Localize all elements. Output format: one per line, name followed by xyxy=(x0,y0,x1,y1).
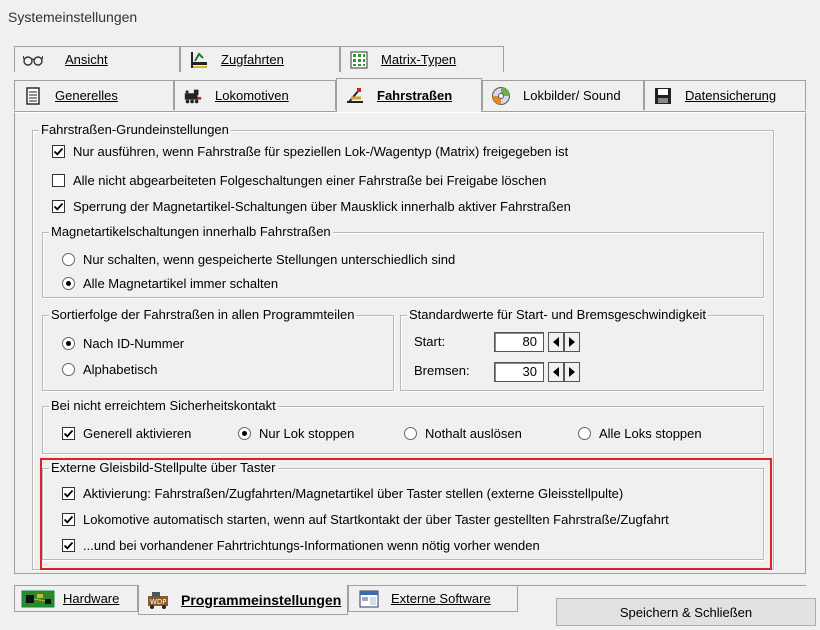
bremsen-speed-input[interactable]: 30 xyxy=(494,362,544,382)
group-title: Sortierfolge der Fahrstraßen in allen Pr… xyxy=(49,307,357,322)
start-speed-spinner[interactable] xyxy=(548,332,580,352)
tab-ansicht[interactable]: Ansicht xyxy=(14,46,180,72)
checkbox-label: Generell aktivieren xyxy=(83,426,192,441)
tab-label: Ansicht xyxy=(65,52,108,67)
checkbox-generell-aktivieren[interactable]: Generell aktivieren xyxy=(62,426,191,441)
group-standardwerte: Standardwerte für Start- und Bremsgeschw… xyxy=(400,307,764,391)
checkbox[interactable] xyxy=(52,174,65,187)
group-title: Externe Gleisbild-Stellpulte über Taster xyxy=(49,460,278,475)
tab-label: Fahrstraßen xyxy=(377,88,453,103)
tab-label: Externe Software xyxy=(391,591,491,606)
group-title: Standardwerte für Start- und Bremsgeschw… xyxy=(407,307,708,322)
tab-fahrstrassen[interactable]: Fahrstraßen xyxy=(336,78,482,112)
glasses-icon xyxy=(23,51,43,69)
checkbox-label: Nur ausführen, wenn Fahrstraße für spezi… xyxy=(73,144,569,159)
tab-externe-software[interactable]: Externe Software xyxy=(348,586,518,612)
radio-label: Alphabetisch xyxy=(83,362,158,377)
grid-icon xyxy=(349,51,369,69)
checkbox-label: ...und bei vorhandener Fahrtrichtungs-In… xyxy=(83,538,540,553)
tab-programmeinstellungen[interactable]: WDP Programmeinstellungen xyxy=(138,585,348,615)
decrement-arrow-icon[interactable] xyxy=(548,332,564,352)
checkbox-label: Alle nicht abgearbeiteten Folgeschaltung… xyxy=(73,173,547,188)
checkbox[interactable] xyxy=(52,200,65,213)
group-sortierfolge: Sortierfolge der Fahrstraßen in allen Pr… xyxy=(42,307,394,391)
tab-label: Programmeinstellungen xyxy=(181,591,342,608)
cd-icon xyxy=(491,86,511,105)
radio-label: Nach ID-Nummer xyxy=(83,336,185,351)
tab-label: Matrix-Typen xyxy=(381,52,457,67)
radio[interactable] xyxy=(238,427,251,440)
tab-hardware[interactable]: Hardware xyxy=(14,586,138,612)
checkbox-label: Aktivierung: Fahrstraßen/Zugfahrten/Magn… xyxy=(83,486,624,501)
increment-arrow-icon[interactable] xyxy=(564,362,580,382)
radio-label: Nur schalten, wenn gespeicherte Stellung… xyxy=(83,252,456,267)
checkbox[interactable] xyxy=(62,513,75,526)
increment-arrow-icon[interactable] xyxy=(564,332,580,352)
decrement-arrow-icon[interactable] xyxy=(548,362,564,382)
start-speed-input[interactable]: 80 xyxy=(494,332,544,352)
radio-nur-lok-stoppen[interactable]: Nur Lok stoppen xyxy=(238,426,354,441)
checkbox[interactable] xyxy=(62,487,75,500)
radio-label: Nothalt auslösen xyxy=(425,426,522,441)
tab-label: Lokomotiven xyxy=(215,88,289,103)
tab-lokbilder-sound[interactable]: Lokbilder/ Sound xyxy=(482,80,644,110)
start-label: Start: xyxy=(414,334,446,349)
radio-label: Alle Loks stoppen xyxy=(599,426,702,441)
tab-label: Hardware xyxy=(63,591,120,606)
radio[interactable] xyxy=(578,427,591,440)
tab-label: Datensicherung xyxy=(685,88,777,103)
radio[interactable] xyxy=(62,337,75,350)
radio[interactable] xyxy=(62,363,75,376)
radio-nothalt-ausloesen[interactable]: Nothalt auslösen xyxy=(404,426,522,441)
radio[interactable] xyxy=(62,253,75,266)
tab-generelles[interactable]: Generelles xyxy=(14,80,174,110)
tab-datensicherung[interactable]: Datensicherung xyxy=(644,80,806,110)
checkbox-taster-aktivierung[interactable]: Aktivierung: Fahrstraßen/Zugfahrten/Magn… xyxy=(62,486,623,501)
bremsen-speed-spinner[interactable] xyxy=(548,362,580,382)
circuit-board-icon xyxy=(21,589,55,609)
bremsen-label: Bremsen: xyxy=(414,363,470,378)
group-title: Magnetartikelschaltungen innerhalb Fahrs… xyxy=(49,224,333,239)
checkbox-folgeschaltungen-loeschen[interactable]: Alle nicht abgearbeiteten Folgeschaltung… xyxy=(52,173,546,188)
radio-immer-schalten[interactable]: Alle Magnetartikel immer schalten xyxy=(62,276,278,291)
window-title: Systemeinstellungen xyxy=(8,9,138,25)
document-icon xyxy=(23,86,43,105)
tab-label: Zugfahrten xyxy=(221,52,284,67)
checkbox[interactable] xyxy=(62,427,75,440)
wdp-icon: WDP xyxy=(145,590,173,610)
checkbox-matrix-freigabe[interactable]: Nur ausführen, wenn Fahrstraße für spezi… xyxy=(52,144,568,159)
window-app-icon xyxy=(355,589,383,609)
train-route-icon xyxy=(189,51,209,69)
radio[interactable] xyxy=(404,427,417,440)
group-title: Fahrstraßen-Grundeinstellungen xyxy=(39,122,231,137)
radio[interactable] xyxy=(62,277,75,290)
radio-alphabetisch[interactable]: Alphabetisch xyxy=(62,362,157,377)
tab-label: Lokbilder/ Sound xyxy=(523,88,621,103)
tab-label: Generelles xyxy=(55,88,118,103)
checkbox-lok-automatisch-starten[interactable]: Lokomotive automatisch starten, wenn auf… xyxy=(62,512,669,527)
checkbox-sperrung-mausklick[interactable]: Sperrung der Magnetartikel-Schaltungen ü… xyxy=(52,199,571,214)
route-icon xyxy=(345,87,365,105)
svg-text:WDP: WDP xyxy=(150,598,167,606)
save-and-close-button[interactable]: Speichern & Schließen xyxy=(556,598,816,626)
checkbox-label: Lokomotive automatisch starten, wenn auf… xyxy=(83,512,669,527)
radio-nach-id-nummer[interactable]: Nach ID-Nummer xyxy=(62,336,184,351)
radio-nur-schalten-unterschiedlich[interactable]: Nur schalten, wenn gespeicherte Stellung… xyxy=(62,252,455,267)
radio-label: Alle Magnetartikel immer schalten xyxy=(83,276,279,291)
tab-matrix-typen[interactable]: Matrix-Typen xyxy=(340,46,504,72)
checkbox-label: Sperrung der Magnetartikel-Schaltungen ü… xyxy=(73,199,571,214)
checkbox[interactable] xyxy=(52,145,65,158)
group-title: Bei nicht erreichtem Sicherheitskontakt xyxy=(49,398,278,413)
radio-label: Nur Lok stoppen xyxy=(259,426,355,441)
checkbox[interactable] xyxy=(62,539,75,552)
tab-zugfahrten[interactable]: Zugfahrten xyxy=(180,46,340,72)
checkbox-vorher-wenden[interactable]: ...und bei vorhandener Fahrtrichtungs-In… xyxy=(62,538,540,553)
tab-lokomotiven[interactable]: Lokomotiven xyxy=(174,80,336,110)
radio-alle-loks-stoppen[interactable]: Alle Loks stoppen xyxy=(578,426,702,441)
locomotive-icon xyxy=(183,87,203,105)
floppy-icon xyxy=(653,87,673,105)
